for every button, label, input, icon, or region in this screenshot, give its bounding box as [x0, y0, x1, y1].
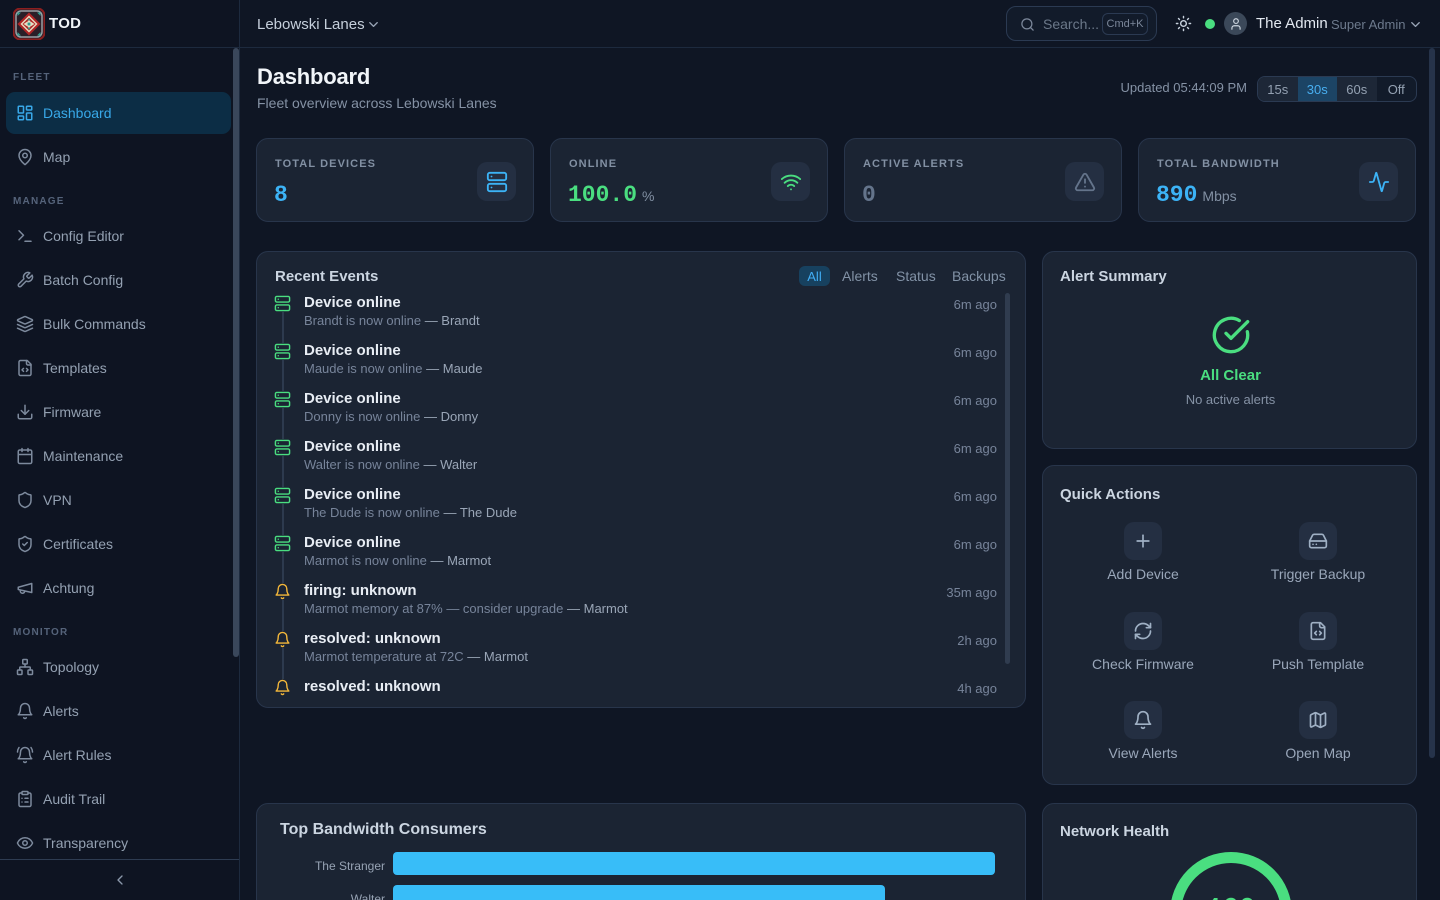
svg-text:100: 100	[1207, 895, 1256, 900]
